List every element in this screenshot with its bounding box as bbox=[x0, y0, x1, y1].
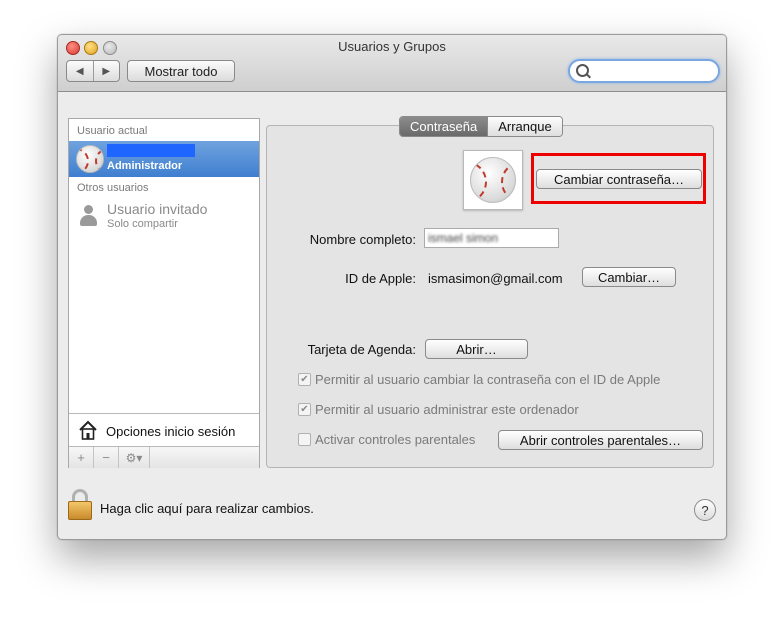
tab-startup[interactable]: Arranque bbox=[487, 117, 562, 136]
tab-bar: Contraseña Arranque bbox=[399, 116, 563, 137]
sidebar-item-current-user[interactable]: Administrador bbox=[69, 141, 259, 177]
parental-controls-label: Activar controles parentales bbox=[315, 432, 476, 447]
user-picture[interactable] bbox=[463, 150, 523, 210]
forward-arrow-icon[interactable]: ▶ bbox=[92, 61, 120, 81]
house-icon bbox=[79, 420, 97, 440]
search-input[interactable] bbox=[568, 59, 720, 83]
allow-admin-label: Permitir al usuario administrar este ord… bbox=[315, 402, 579, 417]
tab-password[interactable]: Contraseña bbox=[400, 117, 488, 136]
change-password-button[interactable]: Cambiar contraseña… bbox=[536, 169, 702, 189]
gear-icon[interactable]: ⚙▾ bbox=[119, 447, 150, 468]
other-users-header: Otros usuarios bbox=[77, 182, 149, 194]
allow-apple-id-reset-checkbox[interactable]: ✔ Permitir al usuario cambiar la contras… bbox=[298, 372, 660, 387]
baseball-avatar-icon bbox=[76, 145, 104, 173]
guest-user-icon bbox=[79, 205, 97, 227]
login-options-label: Opciones inicio sesión bbox=[106, 424, 236, 439]
change-apple-id-button[interactable]: Cambiar… bbox=[582, 267, 676, 287]
login-options-item[interactable]: Opciones inicio sesión bbox=[69, 413, 259, 447]
apple-id-value: ismasimon@gmail.com bbox=[428, 271, 563, 286]
checkmark-icon: ✔ bbox=[298, 403, 311, 416]
full-name-field[interactable]: ismael simon bbox=[424, 228, 559, 248]
add-user-button[interactable]: + bbox=[69, 447, 94, 468]
empty-checkbox-icon bbox=[298, 433, 311, 446]
full-name-value: ismael simon bbox=[428, 231, 499, 245]
open-card-button[interactable]: Abrir… bbox=[425, 339, 528, 359]
title-bar: Usuarios y Grupos ◀ ▶ Mostrar todo bbox=[58, 35, 726, 92]
lock-icon[interactable] bbox=[68, 489, 92, 520]
users-groups-window: Usuarios y Grupos ◀ ▶ Mostrar todo Usuar… bbox=[57, 34, 727, 540]
guest-user-name: Usuario invitado bbox=[107, 201, 208, 217]
nav-buttons: ◀ ▶ bbox=[66, 60, 120, 82]
guest-user-subtitle: Solo compartir bbox=[107, 218, 178, 230]
remove-user-button[interactable]: − bbox=[94, 447, 119, 468]
back-arrow-icon[interactable]: ◀ bbox=[67, 61, 93, 81]
allow-admin-checkbox[interactable]: ✔ Permitir al usuario administrar este o… bbox=[298, 402, 579, 417]
parental-controls-checkbox[interactable]: Activar controles parentales bbox=[298, 432, 475, 447]
apple-id-label: ID de Apple: bbox=[345, 271, 416, 286]
checkmark-icon: ✔ bbox=[298, 373, 311, 386]
lock-message: Haga clic aquí para realizar cambios. bbox=[100, 501, 314, 516]
full-name-label: Nombre completo: bbox=[309, 232, 416, 247]
search-icon bbox=[576, 64, 589, 77]
users-sidebar: Usuario actual Administrador Otros usuar… bbox=[68, 118, 260, 468]
help-button[interactable]: ? bbox=[694, 499, 716, 521]
open-parental-controls-button[interactable]: Abrir controles parentales… bbox=[498, 430, 703, 450]
baseball-picture-icon bbox=[470, 157, 516, 203]
window-title: Usuarios y Grupos bbox=[338, 39, 446, 54]
sidebar-toolbar: + − ⚙▾ bbox=[69, 446, 259, 468]
allow-apple-id-reset-label: Permitir al usuario cambiar la contraseñ… bbox=[315, 372, 661, 387]
current-user-role: Administrador bbox=[107, 160, 183, 172]
address-card-label: Tarjeta de Agenda: bbox=[307, 342, 416, 357]
redacted-user-name bbox=[107, 144, 195, 157]
current-user-header: Usuario actual bbox=[77, 125, 148, 137]
show-all-button[interactable]: Mostrar todo bbox=[127, 60, 235, 82]
